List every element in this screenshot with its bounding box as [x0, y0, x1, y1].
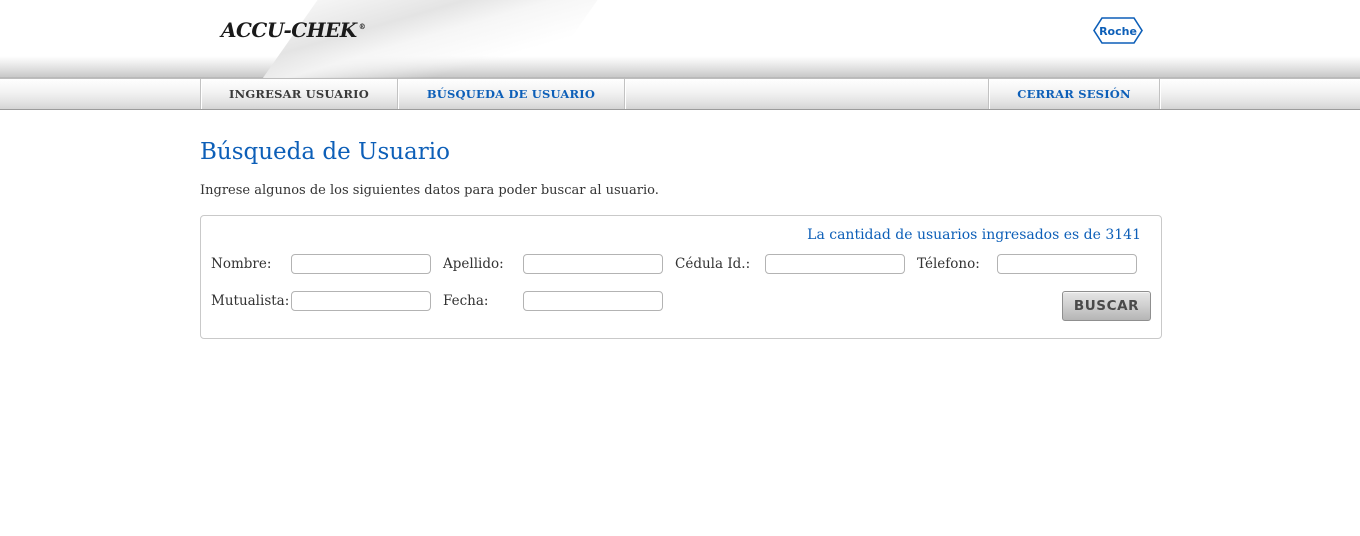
mutualista-label: Mutualista:	[211, 293, 290, 309]
nombre-input[interactable]	[291, 254, 431, 274]
roche-logo-text: Roche	[1099, 25, 1137, 38]
main-nav: INGRESAR USUARIO BÚSQUEDA DE USUARIO CER…	[0, 78, 1360, 110]
page-intro-text: Ingrese algunos de los siguientes datos …	[200, 183, 659, 198]
cedula-label: Cédula Id.:	[675, 256, 751, 272]
fecha-input[interactable]	[523, 291, 663, 311]
search-form-panel: La cantidad de usuarios ingresados es de…	[200, 215, 1162, 339]
user-count-text: La cantidad de usuarios ingresados es de…	[807, 227, 1141, 243]
fecha-label: Fecha:	[443, 293, 489, 309]
nav-separator	[1159, 79, 1160, 109]
telefono-label: Télefono:	[917, 256, 980, 272]
nav-separator	[624, 79, 625, 109]
accu-chek-logo: ACCU-CHEK ®	[221, 18, 366, 42]
nav-item-busqueda-de-usuario[interactable]: BÚSQUEDA DE USUARIO	[398, 79, 624, 109]
page-title: Búsqueda de Usuario	[200, 139, 450, 165]
mutualista-input[interactable]	[291, 291, 431, 311]
cedula-input[interactable]	[765, 254, 905, 274]
registered-mark: ®	[358, 22, 366, 32]
page-header: ACCU-CHEK ® Roche	[0, 0, 1360, 78]
apellido-input[interactable]	[523, 254, 663, 274]
apellido-label: Apellido:	[443, 256, 504, 272]
nombre-label: Nombre:	[211, 256, 272, 272]
roche-logo: Roche	[1093, 17, 1143, 44]
buscar-button[interactable]: BUSCAR	[1062, 291, 1151, 321]
telefono-input[interactable]	[997, 254, 1137, 274]
nav-item-cerrar-sesion[interactable]: CERRAR SESIÓN	[989, 79, 1159, 109]
accu-chek-logo-text: ACCU-CHEK	[221, 18, 357, 42]
nav-item-ingresar-usuario[interactable]: INGRESAR USUARIO	[201, 79, 397, 109]
